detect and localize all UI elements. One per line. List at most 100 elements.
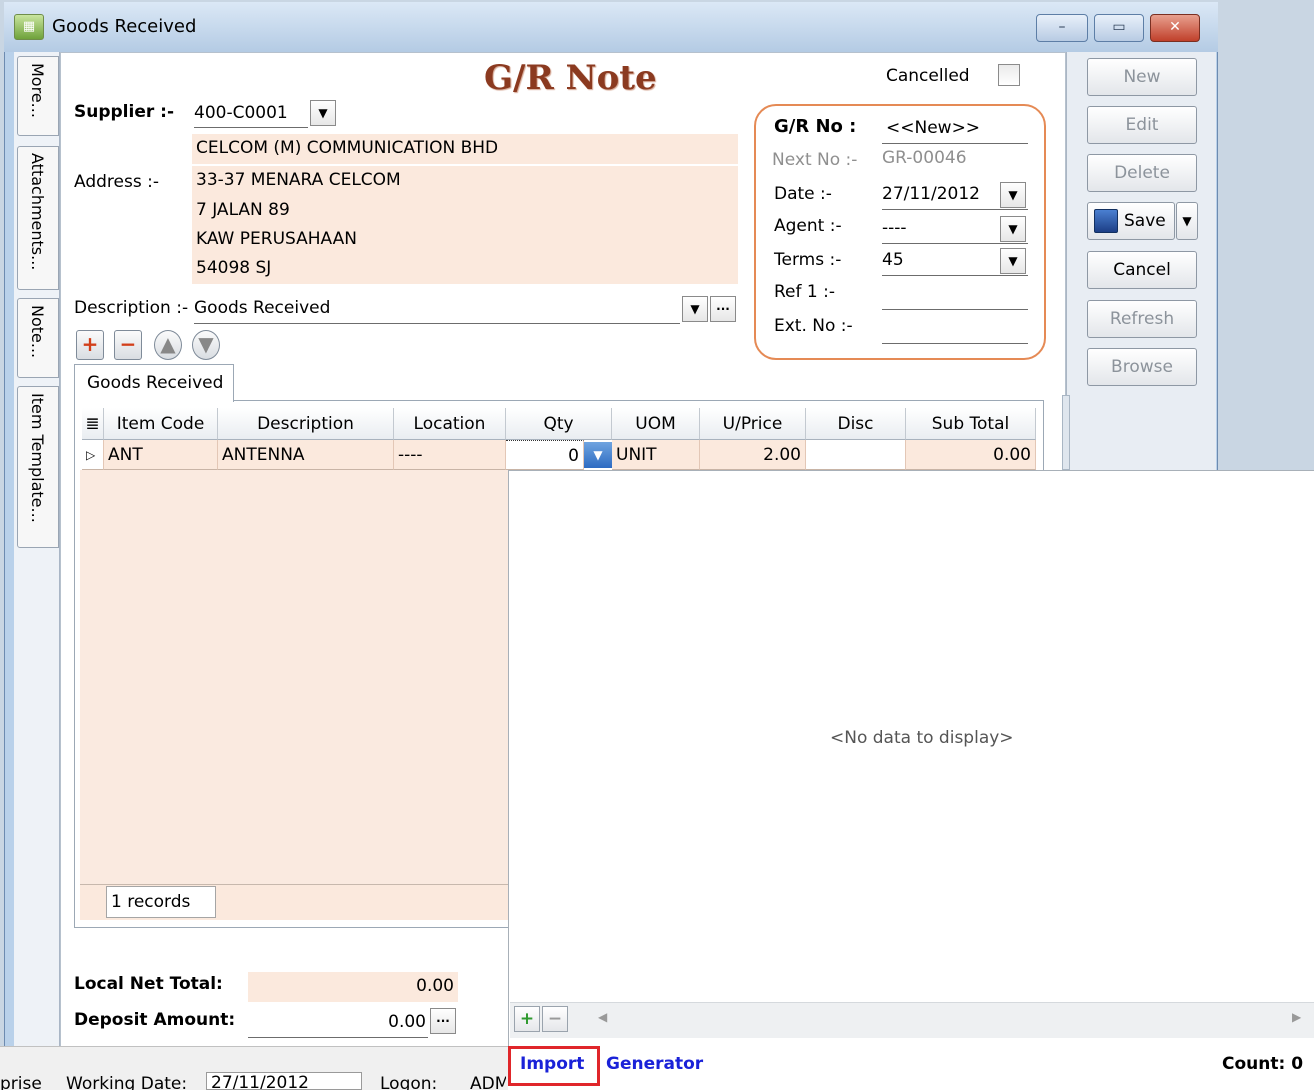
working-date-label: Working Date: bbox=[66, 1074, 188, 1090]
count-label: Count: 0 bbox=[1222, 1054, 1304, 1074]
next-no-label: Next No :- bbox=[772, 150, 858, 170]
column-header-qty[interactable]: Qty bbox=[506, 408, 612, 440]
ext-no-field[interactable] bbox=[882, 314, 1028, 344]
cell-item-code[interactable]: ANT bbox=[104, 440, 218, 470]
address-line: 54098 SJ bbox=[196, 258, 272, 278]
vertical-scrollbar[interactable] bbox=[1062, 395, 1070, 470]
cell-location[interactable]: ---- bbox=[394, 440, 506, 470]
column-header-description[interactable]: Description bbox=[218, 408, 394, 440]
date-dropdown-button[interactable]: ▼ bbox=[1000, 182, 1026, 208]
column-header-uprice[interactable]: U/Price bbox=[700, 408, 806, 440]
no-data-message: <No data to display> bbox=[830, 728, 1014, 748]
address-line: 33-37 MENARA CELCOM bbox=[196, 170, 401, 190]
refresh-button[interactable]: Refresh bbox=[1087, 300, 1197, 338]
ref1-field[interactable] bbox=[882, 280, 1028, 310]
ext-no-label: Ext. No :- bbox=[774, 316, 853, 336]
import-link[interactable]: Import bbox=[520, 1054, 584, 1074]
row-indicator-icon: ▷ bbox=[82, 440, 104, 470]
new-button[interactable]: New bbox=[1087, 58, 1197, 96]
ref1-label: Ref 1 :- bbox=[774, 282, 835, 302]
import-panel-toolbar bbox=[510, 1002, 1314, 1038]
terms-label: Terms :- bbox=[774, 250, 842, 270]
address-line: KAW PERUSAHAAN bbox=[196, 229, 357, 249]
deposit-more-button[interactable]: ··· bbox=[430, 1008, 456, 1034]
save-button-label: Save bbox=[1124, 211, 1166, 231]
cell-uom[interactable]: UNIT bbox=[612, 440, 700, 470]
column-chooser-icon[interactable]: ≣ bbox=[82, 408, 104, 440]
agent-label: Agent :- bbox=[774, 216, 842, 236]
description-dropdown-button[interactable]: ▼ bbox=[682, 296, 708, 322]
logon-label: Logon: bbox=[380, 1074, 438, 1090]
cell-subtotal[interactable]: 0.00 bbox=[906, 440, 1036, 470]
remove-row-icon[interactable]: − bbox=[114, 330, 142, 360]
next-no-value: GR-00046 bbox=[882, 148, 967, 168]
qty-dropdown-button[interactable]: ▼ bbox=[584, 442, 612, 468]
supplier-name-field[interactable]: CELCOM (M) COMMUNICATION BHD bbox=[192, 134, 738, 164]
logon-value: ADM bbox=[470, 1074, 506, 1090]
cell-disc[interactable] bbox=[806, 440, 906, 470]
generator-link[interactable]: Generator bbox=[606, 1054, 703, 1074]
local-net-total-value: 0.00 bbox=[248, 972, 458, 1002]
cancel-button[interactable]: Cancel bbox=[1087, 251, 1197, 289]
import-panel bbox=[508, 470, 1314, 1046]
cancelled-label: Cancelled bbox=[886, 66, 970, 86]
gr-no-field[interactable]: <<New>> bbox=[882, 114, 1028, 144]
supplier-code-field[interactable]: 400-C0001 bbox=[194, 100, 308, 128]
cell-qty[interactable]: 0 bbox=[506, 440, 584, 470]
cell-uprice[interactable]: 2.00 bbox=[700, 440, 806, 470]
description-field[interactable]: Goods Received bbox=[194, 294, 680, 324]
column-header-subtotal[interactable]: Sub Total bbox=[906, 408, 1036, 440]
add-row-icon[interactable]: + bbox=[76, 330, 104, 360]
minimize-button[interactable]: – bbox=[1036, 14, 1088, 42]
description-more-button[interactable]: ··· bbox=[710, 296, 736, 322]
scroll-left-icon[interactable]: ◀ bbox=[598, 1010, 607, 1024]
tab-goods-received[interactable]: Goods Received bbox=[74, 364, 234, 402]
import-remove-icon[interactable]: − bbox=[542, 1006, 568, 1032]
side-tab-label: Note... bbox=[28, 305, 47, 359]
edit-button[interactable]: Edit bbox=[1087, 106, 1197, 144]
agent-dropdown-button[interactable]: ▼ bbox=[1000, 216, 1026, 242]
working-date-field[interactable]: 27/11/2012 bbox=[206, 1072, 362, 1090]
date-label: Date :- bbox=[774, 184, 832, 204]
delete-button[interactable]: Delete bbox=[1087, 154, 1197, 192]
side-tab-label: Item Template... bbox=[28, 393, 47, 523]
records-count: 1 records bbox=[106, 886, 216, 918]
column-header-disc[interactable]: Disc bbox=[806, 408, 906, 440]
column-header-item-code[interactable]: Item Code bbox=[104, 408, 218, 440]
save-button[interactable]: Save bbox=[1087, 202, 1175, 240]
address-line: 7 JALAN 89 bbox=[196, 200, 290, 220]
gr-no-label: G/R No : bbox=[774, 116, 857, 137]
move-down-icon[interactable]: ▼ bbox=[192, 330, 220, 360]
side-tab-more[interactable]: More... bbox=[17, 56, 59, 136]
supplier-label: Supplier :- bbox=[74, 102, 175, 122]
column-header-location[interactable]: Location bbox=[394, 408, 506, 440]
app-icon: ▦ bbox=[14, 14, 44, 40]
page-title: G/R Note bbox=[484, 58, 657, 98]
cancelled-checkbox[interactable] bbox=[998, 64, 1020, 86]
cell-description[interactable]: ANTENNA bbox=[218, 440, 394, 470]
side-tab-item-template[interactable]: Item Template... bbox=[17, 386, 59, 548]
column-header-uom[interactable]: UOM bbox=[612, 408, 700, 440]
close-button[interactable]: ✕ bbox=[1150, 14, 1200, 42]
window-title: Goods Received bbox=[52, 16, 197, 37]
side-tab-label: Attachments... bbox=[28, 153, 47, 271]
grid-empty-area bbox=[80, 470, 510, 888]
save-disk-icon bbox=[1094, 209, 1118, 233]
scroll-right-icon[interactable]: ▶ bbox=[1292, 1010, 1301, 1024]
deposit-amount-label: Deposit Amount: bbox=[74, 1010, 236, 1030]
save-options-dropdown-button[interactable]: ▼ bbox=[1176, 202, 1198, 240]
description-label: Description :- bbox=[74, 298, 189, 318]
address-label: Address :- bbox=[74, 172, 159, 192]
status-fragment: prise bbox=[0, 1074, 42, 1090]
supplier-dropdown-button[interactable]: ▼ bbox=[310, 100, 336, 126]
side-tab-attachments[interactable]: Attachments... bbox=[17, 146, 59, 290]
move-up-icon[interactable]: ▲ bbox=[154, 330, 182, 360]
side-tab-note[interactable]: Note... bbox=[17, 298, 59, 378]
local-net-total-label: Local Net Total: bbox=[74, 974, 223, 994]
browse-button[interactable]: Browse bbox=[1087, 348, 1197, 386]
maximize-button[interactable]: ▭ bbox=[1094, 14, 1144, 42]
deposit-amount-field[interactable]: 0.00 bbox=[248, 1008, 428, 1038]
terms-dropdown-button[interactable]: ▼ bbox=[1000, 248, 1026, 274]
side-tab-label: More... bbox=[28, 63, 47, 118]
import-add-icon[interactable]: + bbox=[514, 1006, 540, 1032]
